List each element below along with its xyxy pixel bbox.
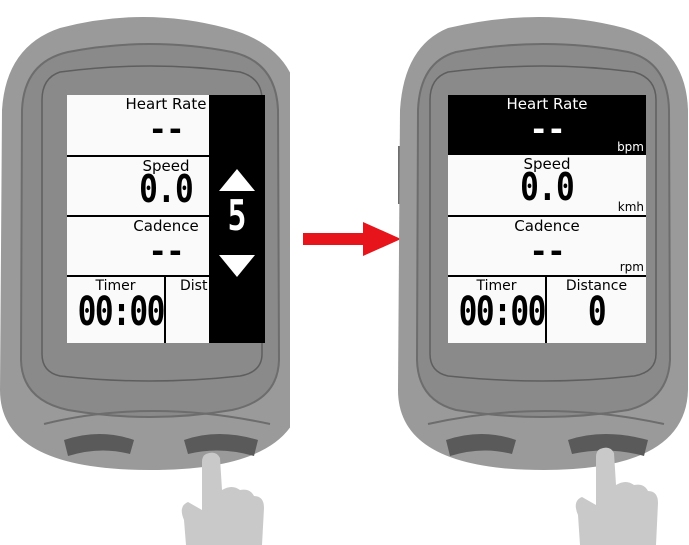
field-unit: kmh (617, 200, 644, 214)
field-value: 00:00 (77, 289, 166, 335)
field-unit: rpm (619, 260, 644, 274)
field-label: Heart Rate (506, 95, 588, 113)
timer-field: Timer 00:00 (67, 277, 166, 343)
speed-field: Speed 0.0 kmh (448, 155, 646, 215)
heart-rate-field: Heart Rate -- bpm (448, 95, 646, 155)
field-value: 0.0 (520, 165, 575, 209)
timer-field: Timer 00:00 (448, 277, 547, 343)
bike-computer-after: Heart Rate -- bpm Speed 0.0 kmh Cadence … (398, 0, 688, 480)
bike-computer-before: Heart Rate -- Speed 0.0 Cadence -- Timer… (0, 0, 290, 480)
field-label: Cadence (514, 217, 580, 235)
triangle-up-icon[interactable] (217, 167, 257, 193)
arrow-right-icon (303, 222, 401, 256)
field-value: 0 (587, 289, 607, 335)
triangle-down-icon[interactable] (217, 253, 257, 279)
field-value: -- (529, 234, 565, 270)
page-number: 5 (227, 191, 247, 240)
device-screen: Heart Rate -- Speed 0.0 Cadence -- Timer… (67, 95, 265, 343)
cadence-field: Cadence -- rpm (448, 215, 646, 275)
device-screen: Heart Rate -- bpm Speed 0.0 kmh Cadence … (448, 95, 646, 343)
page-selector-overlay[interactable]: 5 (209, 95, 265, 343)
distance-field: Distance 0 (547, 277, 646, 343)
pointing-hand-icon (181, 452, 264, 545)
pointing-hand-icon (575, 447, 658, 545)
field-unit: bpm (617, 140, 644, 154)
field-value: 00:00 (458, 289, 547, 335)
bottom-row: Timer 00:00 Distance 0 (448, 275, 646, 343)
